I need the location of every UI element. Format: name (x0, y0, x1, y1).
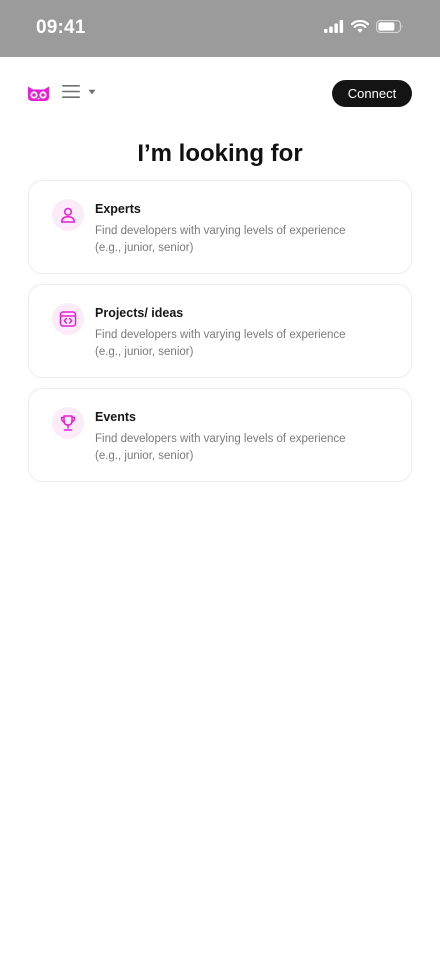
caret-down-icon[interactable] (88, 89, 96, 95)
option-title: Events (95, 410, 136, 424)
wifi-icon (351, 20, 369, 33)
page-title: I’m looking for (137, 140, 303, 167)
option-title: Projects/ ideas (95, 306, 184, 320)
code-window-icon (52, 303, 84, 335)
option-description-line: Find developers with varying levels of e… (95, 329, 346, 341)
option-card-projects[interactable]: Projects/ ideas Find developers with var… (28, 284, 412, 378)
menu-toggle[interactable] (62, 84, 96, 99)
option-card-experts[interactable]: Experts Find developers with varying lev… (28, 180, 412, 274)
option-description-line: (e.g., junior, senior) (95, 450, 194, 462)
option-description-line: Find developers with varying levels of e… (95, 225, 346, 237)
option-title: Experts (95, 202, 141, 216)
option-description: Find developers with varying levels of e… (95, 431, 395, 465)
connect-button[interactable]: Connect (332, 80, 412, 107)
option-description-line: Find developers with varying levels of e… (95, 433, 346, 445)
option-description: Find developers with varying levels of e… (95, 327, 395, 361)
battery-icon (376, 20, 403, 33)
option-description-line: (e.g., junior, senior) (95, 346, 194, 358)
owl-logo[interactable] (27, 85, 50, 102)
status-time: 09:41 (36, 17, 86, 38)
option-card-events[interactable]: Events Find developers with varying leve… (28, 388, 412, 482)
option-list: Experts Find developers with varying lev… (28, 180, 412, 492)
user-icon (52, 199, 84, 231)
option-description: Find developers with varying levels of e… (95, 223, 395, 257)
option-description-line: (e.g., junior, senior) (95, 242, 194, 254)
cellular-signal-icon (324, 20, 344, 33)
hamburger-menu-icon[interactable] (62, 84, 80, 99)
trophy-icon (52, 407, 84, 439)
status-icons (324, 20, 404, 33)
status-bar: 09:41 (0, 0, 440, 57)
top-bar: Connect (0, 57, 440, 129)
